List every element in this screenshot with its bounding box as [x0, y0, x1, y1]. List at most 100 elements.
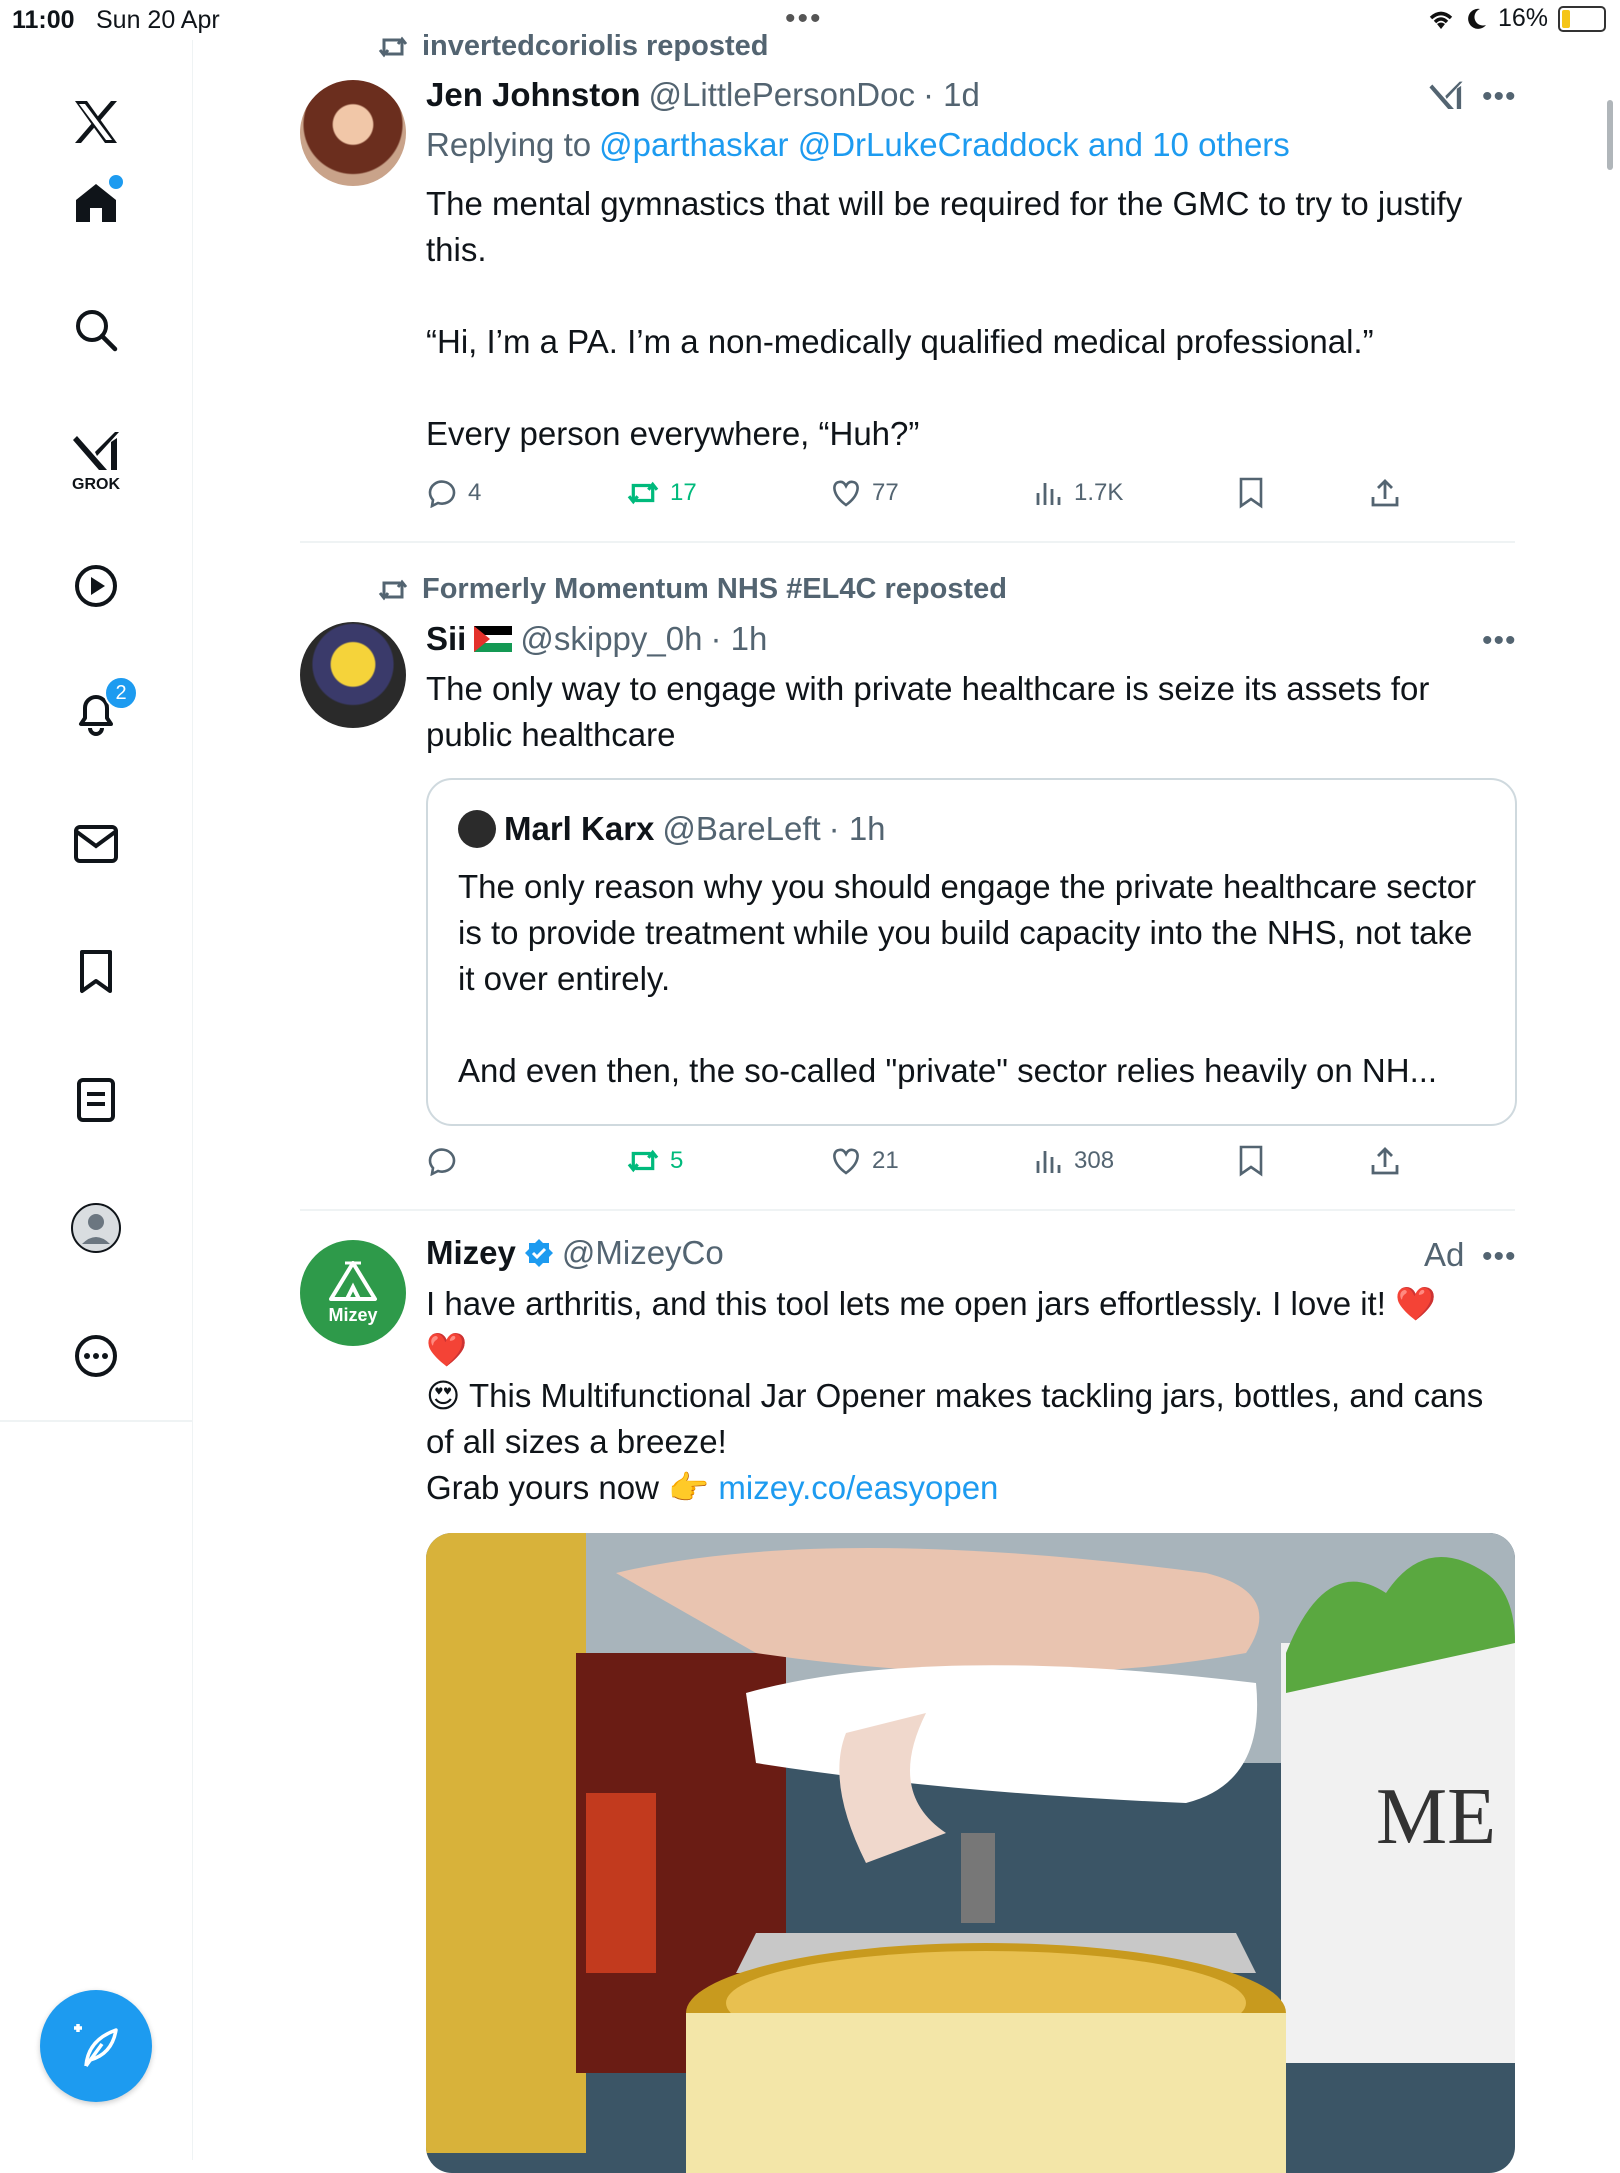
avatar-sii[interactable]	[300, 622, 406, 728]
palestine-flag-icon	[474, 626, 513, 652]
x-logo-icon[interactable]	[64, 90, 128, 154]
repost-icon	[378, 579, 408, 600]
sidebar-item-messages[interactable]	[64, 812, 128, 876]
reply-button[interactable]: 4	[426, 473, 481, 513]
multitasking-dots[interactable]: •••	[785, 2, 823, 36]
reply-count: 4	[468, 479, 482, 506]
repost-count: 5	[670, 1147, 684, 1174]
post-more-icon[interactable]: •••	[1482, 624, 1517, 658]
quote-paragraph: And even then, the so-called "private" s…	[458, 1052, 1438, 1089]
repost-button[interactable]: 5	[626, 1141, 683, 1181]
bookmark-icon	[1239, 477, 1263, 509]
post-text: I have arthritis, and this tool lets me …	[426, 1281, 1516, 1511]
repost-context[interactable]: invertedcoriolis reposted	[378, 30, 769, 63]
sidebar-item-profile[interactable]	[64, 1196, 128, 1260]
quote-header: Marl Karx @BareLeft · 1h	[458, 810, 886, 848]
mizey-avatar-text: Mizey	[328, 1304, 378, 1325]
quote-time: · 1h	[828, 810, 886, 847]
post-time[interactable]: · 1h	[710, 620, 767, 658]
post-time[interactable]: · 1d	[923, 76, 980, 114]
cta-prefix: Grab yours now 👉	[426, 1469, 710, 1506]
author-name[interactable]: Sii	[426, 620, 466, 658]
ad-video[interactable]: ME	[426, 1533, 1515, 2173]
author-handle[interactable]: @skippy_0h	[520, 620, 702, 658]
heart-icon	[833, 480, 859, 507]
reply-icon	[428, 1148, 456, 1176]
reply-button[interactable]	[426, 1141, 468, 1181]
post-header: Sii @skippy_0h · 1h	[426, 620, 767, 658]
views-count: 308	[1074, 1147, 1115, 1174]
jar-opener-image: ME	[426, 1533, 1515, 2173]
more-circle-icon	[75, 1335, 117, 1377]
moon-icon	[1468, 8, 1486, 29]
avatar-mizey[interactable]: Mizey	[300, 1240, 406, 1346]
mail-icon	[74, 825, 118, 863]
post-actions: 5 21 308	[426, 1141, 1426, 1181]
repost-button[interactable]: 17	[626, 473, 697, 513]
share-icon	[1371, 1147, 1399, 1175]
like-button[interactable]: 77	[830, 473, 899, 513]
bookmark-button[interactable]	[1238, 1141, 1264, 1181]
grok-label: GROK	[72, 476, 120, 493]
post-header: Jen Johnston @LittlePersonDoc · 1d	[426, 76, 980, 114]
sidebar-item-bookmarks[interactable]	[64, 940, 128, 1004]
replying-users-link[interactable]: @parthaskar @DrLukeCraddock and 10 other…	[599, 126, 1290, 164]
play-icon	[75, 565, 117, 607]
author-name[interactable]: Mizey	[426, 1234, 516, 1272]
wifi-icon	[1429, 11, 1453, 29]
status-time: 11:00	[12, 6, 75, 34]
author-handle[interactable]: @LittlePersonDoc	[649, 76, 915, 114]
share-button[interactable]	[1370, 1141, 1400, 1181]
grok-icon	[73, 432, 119, 470]
views-button[interactable]: 1.7K	[1034, 473, 1123, 513]
status-bar: 11:00 Sun 20 Apr ••• 16%	[0, 0, 1620, 40]
quote-avatar	[458, 810, 496, 848]
scrollbar-thumb[interactable]	[1607, 100, 1613, 170]
compose-post-button[interactable]	[40, 1990, 152, 2102]
repost-context[interactable]: Formerly Momentum NHS #EL4C reposted	[378, 573, 1007, 606]
post-divider	[300, 1209, 1515, 1211]
sidebar-item-home[interactable]	[64, 170, 128, 234]
repost-icon	[378, 36, 408, 57]
grok-explain-icon[interactable]	[1428, 78, 1464, 119]
quoted-post[interactable]: Marl Karx @BareLeft · 1h The only reason…	[426, 778, 1517, 1126]
author-handle[interactable]: @MizeyCo	[562, 1234, 724, 1272]
post-text: The mental gymnastics that will be requi…	[426, 181, 1516, 457]
post-more-icon[interactable]: •••	[1482, 80, 1517, 114]
author-name[interactable]: Jen Johnston	[426, 76, 641, 114]
views-count: 1.7K	[1074, 479, 1124, 506]
avatar-jen-johnston[interactable]	[300, 80, 406, 186]
sidebar-item-search[interactable]	[64, 298, 128, 362]
list-icon	[77, 1078, 115, 1122]
quote-handle: @BareLeft	[662, 810, 821, 847]
bookmark-button[interactable]	[1238, 473, 1264, 513]
share-button[interactable]	[1370, 473, 1400, 513]
search-icon	[76, 310, 118, 352]
sidebar-item-notifications[interactable]: 2	[64, 676, 138, 744]
replying-prefix: Replying to	[426, 126, 592, 163]
post-divider	[300, 541, 1515, 543]
like-count: 77	[872, 479, 899, 506]
post-text-line: ❤️	[426, 1331, 468, 1368]
sidebar-item-lists[interactable]	[64, 1068, 128, 1132]
post-actions: 4 17 77 1.7K	[426, 473, 1426, 513]
ad-link[interactable]: mizey.co/easyopen	[718, 1469, 998, 1506]
image-text: ME	[1376, 1773, 1496, 1861]
compose-feather-icon	[74, 2024, 118, 2068]
battery-icon	[1558, 5, 1606, 32]
bookmark-icon	[1239, 1145, 1263, 1177]
repost-icon	[627, 481, 659, 505]
sidebar-item-grok[interactable]: GROK	[64, 422, 128, 502]
post-more-icon[interactable]: •••	[1482, 1240, 1517, 1274]
post-header: Mizey @MizeyCo	[426, 1234, 724, 1272]
bookmark-icon	[80, 950, 112, 993]
post-text: The only way to engage with private heal…	[426, 670, 1430, 753]
sidebar-item-more[interactable]	[64, 1324, 128, 1388]
sidebar-item-videos[interactable]	[64, 554, 128, 618]
views-icon	[1036, 483, 1061, 505]
repost-count: 17	[670, 479, 697, 506]
like-count: 21	[872, 1147, 899, 1174]
post-text-line: Grab yours now 👉 mizey.co/easyopen	[426, 1465, 1516, 1511]
views-button[interactable]: 308	[1034, 1141, 1114, 1181]
like-button[interactable]: 21	[830, 1141, 899, 1181]
